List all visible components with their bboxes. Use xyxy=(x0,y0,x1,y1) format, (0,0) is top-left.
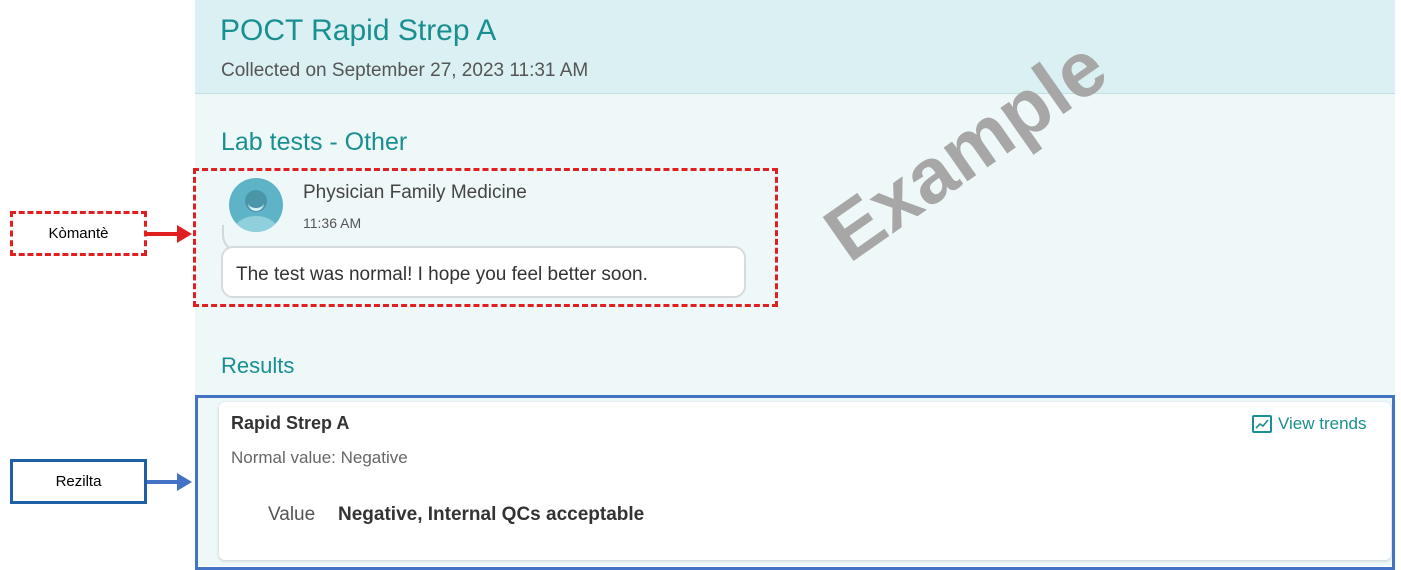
comment-highlight-frame xyxy=(193,168,778,307)
page-title: POCT Rapid Strep A xyxy=(220,14,497,47)
comment-arrow-icon xyxy=(147,225,192,243)
section-title-lab-tests: Lab tests - Other xyxy=(221,128,408,156)
results-arrow-icon xyxy=(147,473,192,491)
results-highlight-frame xyxy=(195,395,1395,570)
callout-results-label: Rezilta xyxy=(10,459,147,504)
callout-comment-label: Kòmantè xyxy=(10,211,147,256)
section-title-results: Results xyxy=(221,353,295,378)
collected-date: Collected on September 27, 2023 11:31 AM xyxy=(221,60,589,81)
